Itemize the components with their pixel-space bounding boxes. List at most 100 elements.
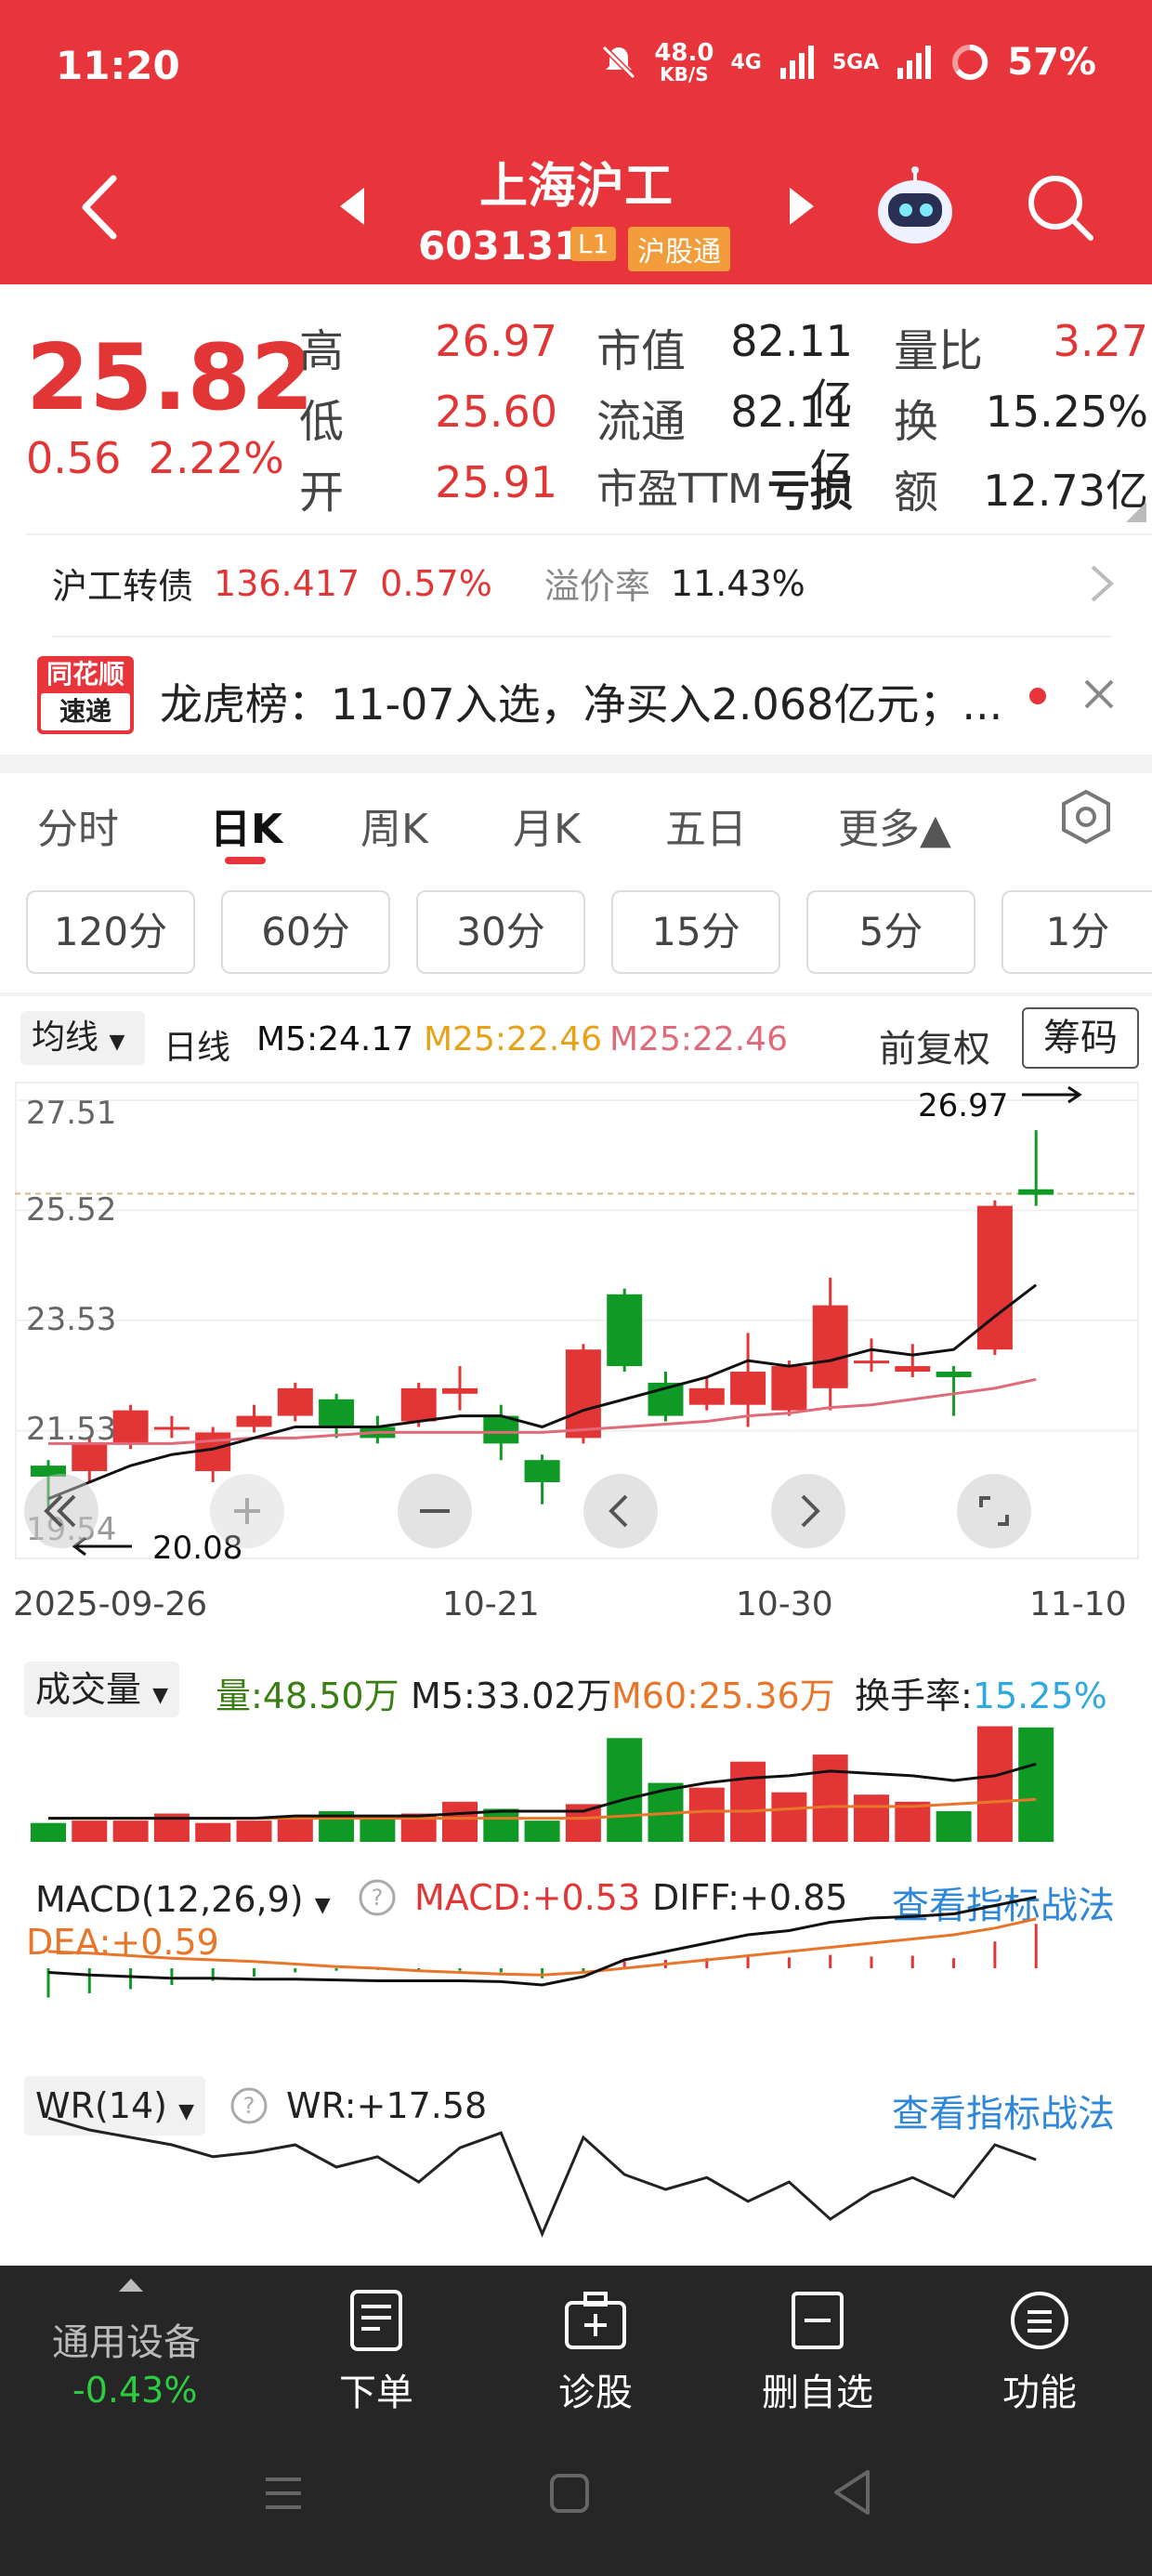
scroll-left-button[interactable]	[583, 1474, 658, 1548]
nav-diagnose-label: 诊股	[558, 2372, 633, 2414]
volume-bar	[483, 1808, 519, 1842]
volume-bar	[524, 1820, 560, 1842]
tab-intraday[interactable]: 分时	[37, 795, 119, 855]
period-60m[interactable]: 60分	[221, 890, 390, 974]
float-cap-label: 流通	[596, 396, 687, 448]
chevron-right-icon[interactable]	[1089, 563, 1115, 604]
close-icon[interactable]	[1083, 678, 1115, 710]
back-icon[interactable]	[831, 2468, 873, 2517]
pe-value: 亏损	[767, 466, 853, 516]
price-axis-label: 27.51	[26, 1095, 117, 1132]
tab-five-day[interactable]: 五日	[665, 795, 747, 855]
candle-body	[812, 1305, 848, 1388]
caret-up-icon	[119, 2279, 143, 2292]
ma-period: 日线	[164, 1029, 231, 1067]
search-icon[interactable]	[1026, 173, 1096, 243]
chevron-left-icon	[609, 1494, 628, 1528]
volume-bar	[1018, 1727, 1054, 1842]
bottom-bar: 通用设备 -0.43% 下单 诊股 删自选 功能	[0, 2266, 1152, 2576]
volume-bar	[72, 1820, 108, 1842]
wr-chart[interactable]	[15, 2069, 1139, 2266]
zoom-in-button[interactable]	[210, 1474, 284, 1548]
news-logo-top: 同花顺	[46, 659, 124, 690]
volume-bar	[854, 1794, 889, 1842]
news-headline[interactable]: 龙虎榜：11-07入选，净买入2.068亿元；...	[160, 671, 1015, 732]
menu-circle-icon	[1011, 2292, 1068, 2349]
turnover-value: 15.25%	[985, 387, 1148, 437]
status-time: 11:20	[56, 43, 180, 88]
battery-percent: 57%	[1007, 41, 1096, 84]
ma25b-value: M25:22.46	[609, 1020, 789, 1058]
volume-bar	[277, 1816, 313, 1842]
period-5m[interactable]: 5分	[806, 890, 975, 974]
stock-name: 上海沪工	[478, 159, 673, 215]
candle-body	[400, 1387, 437, 1422]
tab-more[interactable]: 更多▲	[838, 795, 951, 855]
bell-off-icon	[602, 45, 636, 80]
price-axis-label: 23.53	[26, 1301, 117, 1338]
bond-pct: 0.57%	[380, 562, 492, 604]
header: 11:20 48.0 KB/S 4G 5GA 57% 上海沪工 603131 L…	[0, 0, 1152, 284]
period-15m[interactable]: 15分	[611, 890, 780, 974]
nav-functions-label: 功能	[1002, 2372, 1077, 2414]
change-value: 0.56	[26, 433, 122, 483]
tab-daily-k[interactable]: 日K	[210, 795, 282, 855]
nav-diagnose[interactable]: 诊股	[544, 2266, 647, 2416]
next-stock-icon[interactable]	[786, 186, 818, 227]
level1-badge: L1	[570, 227, 617, 261]
corner-fold-icon	[1126, 502, 1146, 522]
amount-label: 额	[894, 467, 939, 519]
adjust-mode[interactable]: 前复权	[879, 1019, 990, 1072]
divider	[26, 533, 1152, 535]
volume-bar	[112, 1820, 149, 1842]
volume-bar	[812, 1755, 848, 1842]
stock-code: 603131	[418, 223, 582, 269]
ma-selector-label: 均线	[32, 1019, 99, 1057]
diagnose-kit-icon	[565, 2292, 626, 2349]
high-label: 高	[299, 325, 345, 377]
arrow-right-icon	[1022, 1085, 1082, 1104]
ma-selector[interactable]: 均线 ▼	[20, 1011, 145, 1065]
volume-ratio-value: 3.27	[1053, 316, 1148, 366]
volume-bar	[688, 1787, 725, 1842]
candle-body	[565, 1349, 601, 1439]
bond-name: 沪工转债	[52, 566, 194, 607]
tab-monthly-k[interactable]: 月K	[513, 795, 581, 855]
nav-functions[interactable]: 功能	[988, 2266, 1091, 2416]
section-gap	[0, 755, 1152, 773]
convertible-bond-row[interactable]: 沪工转债 136.417 0.57% 溢价率 11.43%	[52, 558, 805, 609]
tab-weekly-k[interactable]: 周K	[360, 795, 428, 855]
volume-bar	[976, 1726, 1013, 1842]
nav-order[interactable]: 下单	[325, 2266, 427, 2416]
candle-body	[319, 1399, 355, 1427]
candle-body	[112, 1410, 149, 1444]
macd-chart[interactable]	[15, 1859, 1139, 2054]
volume-bar	[31, 1822, 66, 1842]
period-1m[interactable]: 1分	[1001, 890, 1152, 974]
robot-assistant-icon[interactable]	[873, 165, 957, 249]
scroll-right-button[interactable]	[771, 1474, 845, 1548]
signal-icon	[779, 46, 814, 79]
expand-icon	[979, 1496, 1009, 1526]
settings-hex-icon[interactable]	[1057, 788, 1115, 846]
zoom-out-button[interactable]	[398, 1474, 472, 1548]
volume-chart[interactable]	[15, 1645, 1139, 1846]
period-120m[interactable]: 120分	[26, 890, 195, 974]
nav-remove-watchlist[interactable]: 删自选	[753, 2266, 883, 2416]
home-icon[interactable]	[548, 2472, 591, 2515]
current-price: 25.82	[26, 325, 314, 431]
double-chevron-left-icon	[44, 1494, 76, 1528]
price-axis-label: 25.52	[26, 1191, 117, 1229]
chips-button[interactable]: 筹码	[1022, 1007, 1139, 1069]
divider	[0, 992, 1152, 996]
net-speed: 48.0 KB/S	[654, 39, 714, 85]
dea-line	[47, 1917, 1037, 1977]
sector-name[interactable]: 通用设备	[52, 2312, 201, 2366]
fullscreen-button[interactable]	[957, 1474, 1031, 1548]
candle-body	[607, 1294, 643, 1367]
period-30m[interactable]: 30分	[416, 890, 585, 974]
news-logo-bottom: 速递	[41, 693, 130, 730]
scroll-start-button[interactable]	[24, 1474, 98, 1548]
app-root: 11:20 48.0 KB/S 4G 5GA 57% 上海沪工 603131 L…	[0, 0, 1152, 2576]
recent-apps-icon[interactable]	[260, 2470, 307, 2517]
